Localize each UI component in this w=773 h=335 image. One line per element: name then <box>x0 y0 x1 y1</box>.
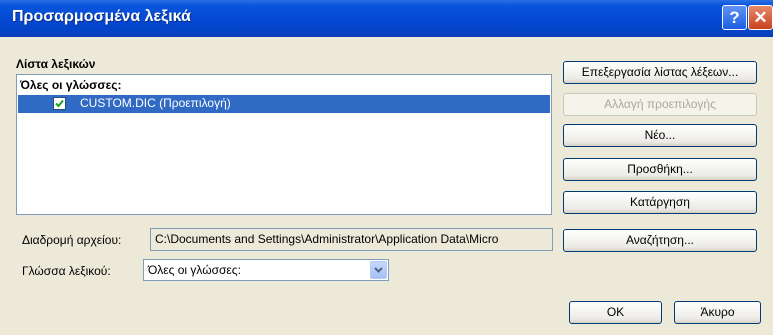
file-path-field[interactable]: C:\Documents and Settings\Administrator\… <box>150 228 553 251</box>
remove-button[interactable]: Κατάργηση <box>563 191 757 214</box>
close-button[interactable]: ✕ <box>748 5 773 30</box>
dictionary-language-select[interactable]: Όλες οι γλώσσες: <box>143 259 389 281</box>
edit-word-list-button[interactable]: Επεξεργασία λίστας λέξεων... <box>563 61 757 84</box>
close-icon: ✕ <box>753 8 768 27</box>
dictionary-language-label: Γλώσσα λεξικού: <box>22 264 111 278</box>
dictionary-listbox[interactable]: Όλες οι γλώσσες: CUSTOM.DIC (Προεπιλογή) <box>16 74 552 215</box>
checkmark-icon <box>55 99 64 108</box>
help-icon: ? <box>729 8 740 27</box>
chevron-down-icon <box>374 267 383 273</box>
file-path-label: Διαδρομή αρχείου: <box>22 233 122 247</box>
custom-dictionaries-dialog: Προσαρμοσμένα λεξικά ? ✕ Λίστα λεξικών Ό… <box>0 0 773 335</box>
add-button[interactable]: Προσθήκη... <box>563 158 757 181</box>
list-item-custom-dic[interactable]: CUSTOM.DIC (Προεπιλογή) <box>18 95 550 113</box>
dictionary-language-value: Όλες οι γλώσσες: <box>148 263 241 277</box>
title-bar[interactable]: Προσαρμοσμένα λεξικά ? ✕ <box>0 0 773 37</box>
list-item-label: CUSTOM.DIC (Προεπιλογή) <box>80 96 231 110</box>
browse-button[interactable]: Αναζήτηση... <box>563 229 757 252</box>
dropdown-button[interactable] <box>370 261 387 279</box>
change-default-button[interactable]: Αλλαγή προεπιλογής <box>563 93 757 116</box>
dictionary-list-label: Λίστα λεξικών <box>16 57 96 71</box>
new-button[interactable]: Νέο... <box>563 124 757 147</box>
cancel-button[interactable]: Άκυρο <box>674 301 761 324</box>
list-group-header: Όλες οι γλώσσες: <box>20 78 122 92</box>
dictionary-checkbox[interactable] <box>53 97 66 110</box>
dialog-title: Προσαρμοσμένα λεξικά <box>12 8 191 25</box>
ok-button[interactable]: OK <box>569 301 662 324</box>
help-button[interactable]: ? <box>722 5 747 30</box>
